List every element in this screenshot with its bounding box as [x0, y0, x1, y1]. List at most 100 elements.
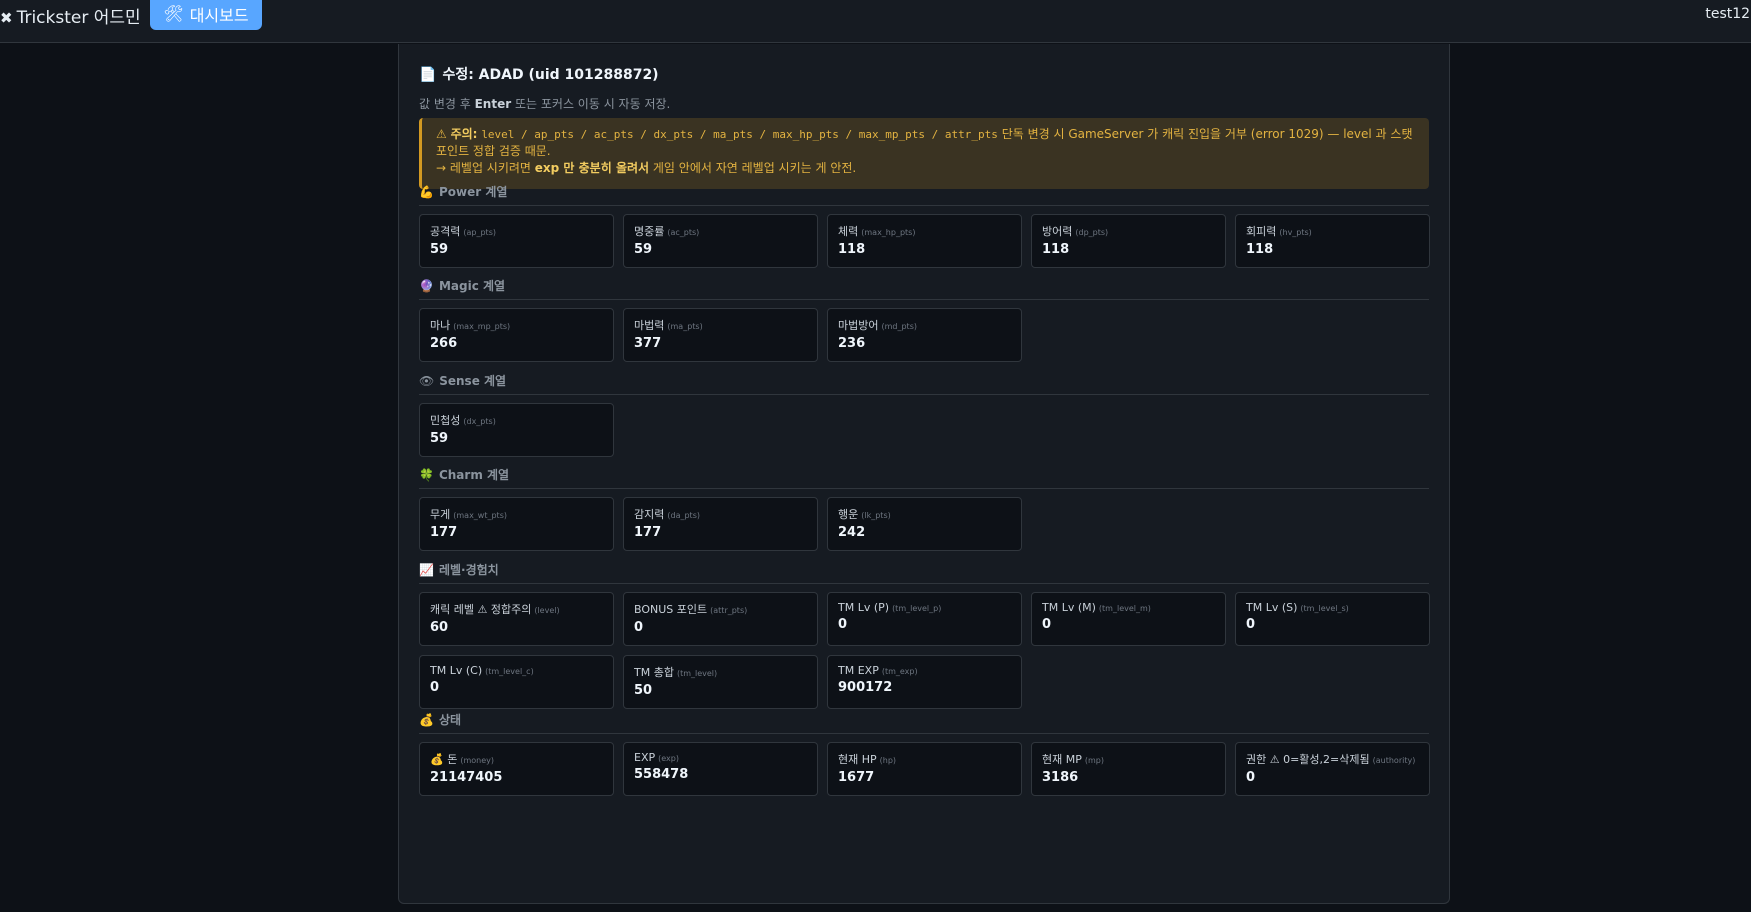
page-title: 📄 수정: ADAD (uid 101288872) — [419, 64, 659, 84]
field-key: (md_pts) — [881, 322, 917, 331]
field-label-text: 캐릭 레벨 ⚠ 정합주의 — [430, 603, 532, 616]
field-value-input[interactable] — [430, 242, 603, 257]
field-card: TM Lv (S) (tm_level_s) — [1235, 592, 1430, 646]
field-value-input[interactable] — [634, 767, 807, 782]
field-key: (authority) — [1372, 756, 1416, 765]
field-key: (tm_level_m) — [1098, 604, 1151, 613]
charm-fields: 무게(max_wt_pts) 감지력(da_pts) 행운(lk_pts) — [419, 497, 1430, 551]
field-card: 권한 ⚠ 0=활성,2=삭제됨 (authority) — [1235, 742, 1430, 796]
section-magic-header: 🔮 Magic 계열 — [419, 277, 1429, 300]
eye-icon: 👁 — [419, 374, 435, 388]
field-card: 💰 돈 (money) — [419, 742, 614, 796]
field-value-input[interactable] — [634, 525, 807, 540]
section-title: 레벨·경험치 — [438, 563, 499, 577]
hammer-wrench-icon: 🛠 — [163, 4, 184, 23]
field-value-input[interactable] — [838, 680, 1011, 695]
field-label-text: TM Lv (P) — [838, 601, 890, 614]
field-value-input[interactable] — [838, 242, 1011, 257]
field-value-input[interactable] — [1042, 770, 1215, 785]
flexed-biceps-icon: 💪 — [419, 185, 434, 199]
field-label: 마법방어 (md_pts) — [838, 317, 1011, 333]
field-card: 행운 (lk_pts) — [827, 497, 1022, 551]
sense-fields: 민첩성 (dx_pts) — [419, 403, 1430, 457]
field-label-text: TM 총합 — [634, 666, 674, 679]
field-value-input[interactable] — [838, 525, 1011, 540]
field-label-text: 마나 — [430, 319, 451, 332]
warning-fields: level / ap_pts / ac_pts / dx_pts / ma_pt… — [481, 128, 998, 141]
user-name[interactable]: test123 — [1705, 6, 1751, 22]
field-value-input[interactable] — [838, 336, 1011, 351]
field-card: 회피력 (hv_pts) — [1235, 214, 1430, 268]
power-fields: 공격력(ap_pts)명중률(ac_pts)체력(max_hp_pts)방어력(… — [419, 214, 1430, 268]
field-card: 마나 (max_mp_pts) — [419, 308, 614, 362]
field-key: (mp) — [1084, 756, 1104, 765]
field-label-text: 현재 MP — [1042, 753, 1082, 766]
field-label-text: 💰 돈 — [430, 753, 458, 766]
field-value-input[interactable] — [634, 242, 807, 257]
field-key: (lk_pts) — [861, 511, 891, 520]
warning2-bold: exp 만 충분히 올려서 — [534, 161, 650, 175]
field-card: TM Lv (C) (tm_level_c) — [419, 655, 614, 709]
brand[interactable]: ✖ Trickster 어드민 — [0, 3, 141, 28]
field-value-input[interactable] — [634, 336, 807, 351]
field-value-input[interactable] — [430, 431, 603, 446]
tools-icon: ✖ — [0, 9, 13, 27]
field-label-text: 마법방어 — [838, 319, 879, 332]
field-value-input[interactable] — [634, 683, 807, 698]
field-value-input[interactable] — [430, 680, 603, 695]
field-label: 명중률 (ac_pts) — [634, 223, 807, 239]
field-value-input[interactable] — [1246, 770, 1419, 785]
field-label: TM Lv (S) (tm_level_s) — [1246, 601, 1419, 614]
section-power-header: 💪 Power 계열 — [419, 183, 1429, 206]
field-card: TM Lv (P) (tm_level_p) — [827, 592, 1022, 646]
field-value-input[interactable] — [430, 336, 603, 351]
field-value-input[interactable] — [1042, 617, 1215, 632]
field-card: 마법력 (ma_pts) — [623, 308, 818, 362]
field-label: 무게 (max_wt_pts) — [430, 506, 603, 522]
field-label-text: BONUS 포인트 — [634, 603, 708, 616]
field-value-input[interactable] — [1246, 617, 1419, 632]
field-value-input[interactable] — [430, 525, 603, 540]
field-card: 민첩성 (dx_pts) — [419, 403, 614, 457]
field-card: 마법방어 (md_pts) — [827, 308, 1022, 362]
dashboard-button[interactable]: 🛠 대시보드 — [150, 0, 262, 30]
field-value-input[interactable] — [838, 770, 1011, 785]
hint-pre: 값 변경 후 — [419, 97, 475, 111]
field-key: (max_wt_pts) — [453, 511, 507, 520]
field-label-text: 명중률 — [634, 225, 665, 238]
field-label: 회피력 (hv_pts) — [1246, 223, 1419, 239]
field-key: (attr_pts) — [710, 606, 748, 615]
warning2-pre: → 레벨업 시키려면 — [436, 161, 535, 175]
field-key: (da_pts) — [667, 511, 700, 520]
field-value-input[interactable] — [430, 770, 603, 785]
section-level-header: 📈 레벨·경험치 — [419, 561, 1429, 584]
field-value-input[interactable] — [1246, 242, 1419, 257]
field-label-text: 현재 HP — [838, 753, 877, 766]
field-value-input[interactable] — [1042, 242, 1215, 257]
field-label: BONUS 포인트 (attr_pts) — [634, 601, 807, 617]
clover-icon: 🍀 — [419, 468, 434, 482]
field-card: 명중률 (ac_pts) — [623, 214, 818, 268]
field-key: (tm_level_p) — [892, 604, 942, 613]
field-card: 캐릭 레벨 ⚠ 정합주의 (level) — [419, 592, 614, 646]
warning-line-2: → 레벨업 시키려면 exp 만 충분히 올려서 게임 안에서 자연 레벨업 시… — [436, 160, 1415, 177]
field-label-text: 공격력 — [430, 225, 461, 238]
field-value-input[interactable] — [838, 617, 1011, 632]
field-key: (tm_level_s) — [1300, 604, 1349, 613]
field-card: 체력 (max_hp_pts) — [827, 214, 1022, 268]
field-value-input[interactable] — [430, 620, 603, 635]
field-key: (tm_level_c) — [485, 667, 534, 676]
field-card: 공격력 (ap_pts) — [419, 214, 614, 268]
crystal-ball-icon: 🔮 — [419, 279, 434, 293]
field-value-input[interactable] — [634, 620, 807, 635]
field-key: (money) — [460, 756, 494, 765]
field-key: (ac_pts) — [667, 228, 700, 237]
field-key: (tm_level) — [676, 669, 718, 678]
warning-icon: ⚠ — [436, 127, 447, 141]
field-label: TM EXP (tm_exp) — [838, 664, 1011, 677]
warning-line-1: ⚠ 주의: level / ap_pts / ac_pts / dx_pts /… — [436, 126, 1415, 160]
section-title: Sense 계열 — [439, 374, 507, 388]
field-label: TM Lv (P) (tm_level_p) — [838, 601, 1011, 614]
field-card: 현재 HP (hp) — [827, 742, 1022, 796]
field-label-text: 민첩성 — [430, 414, 461, 427]
